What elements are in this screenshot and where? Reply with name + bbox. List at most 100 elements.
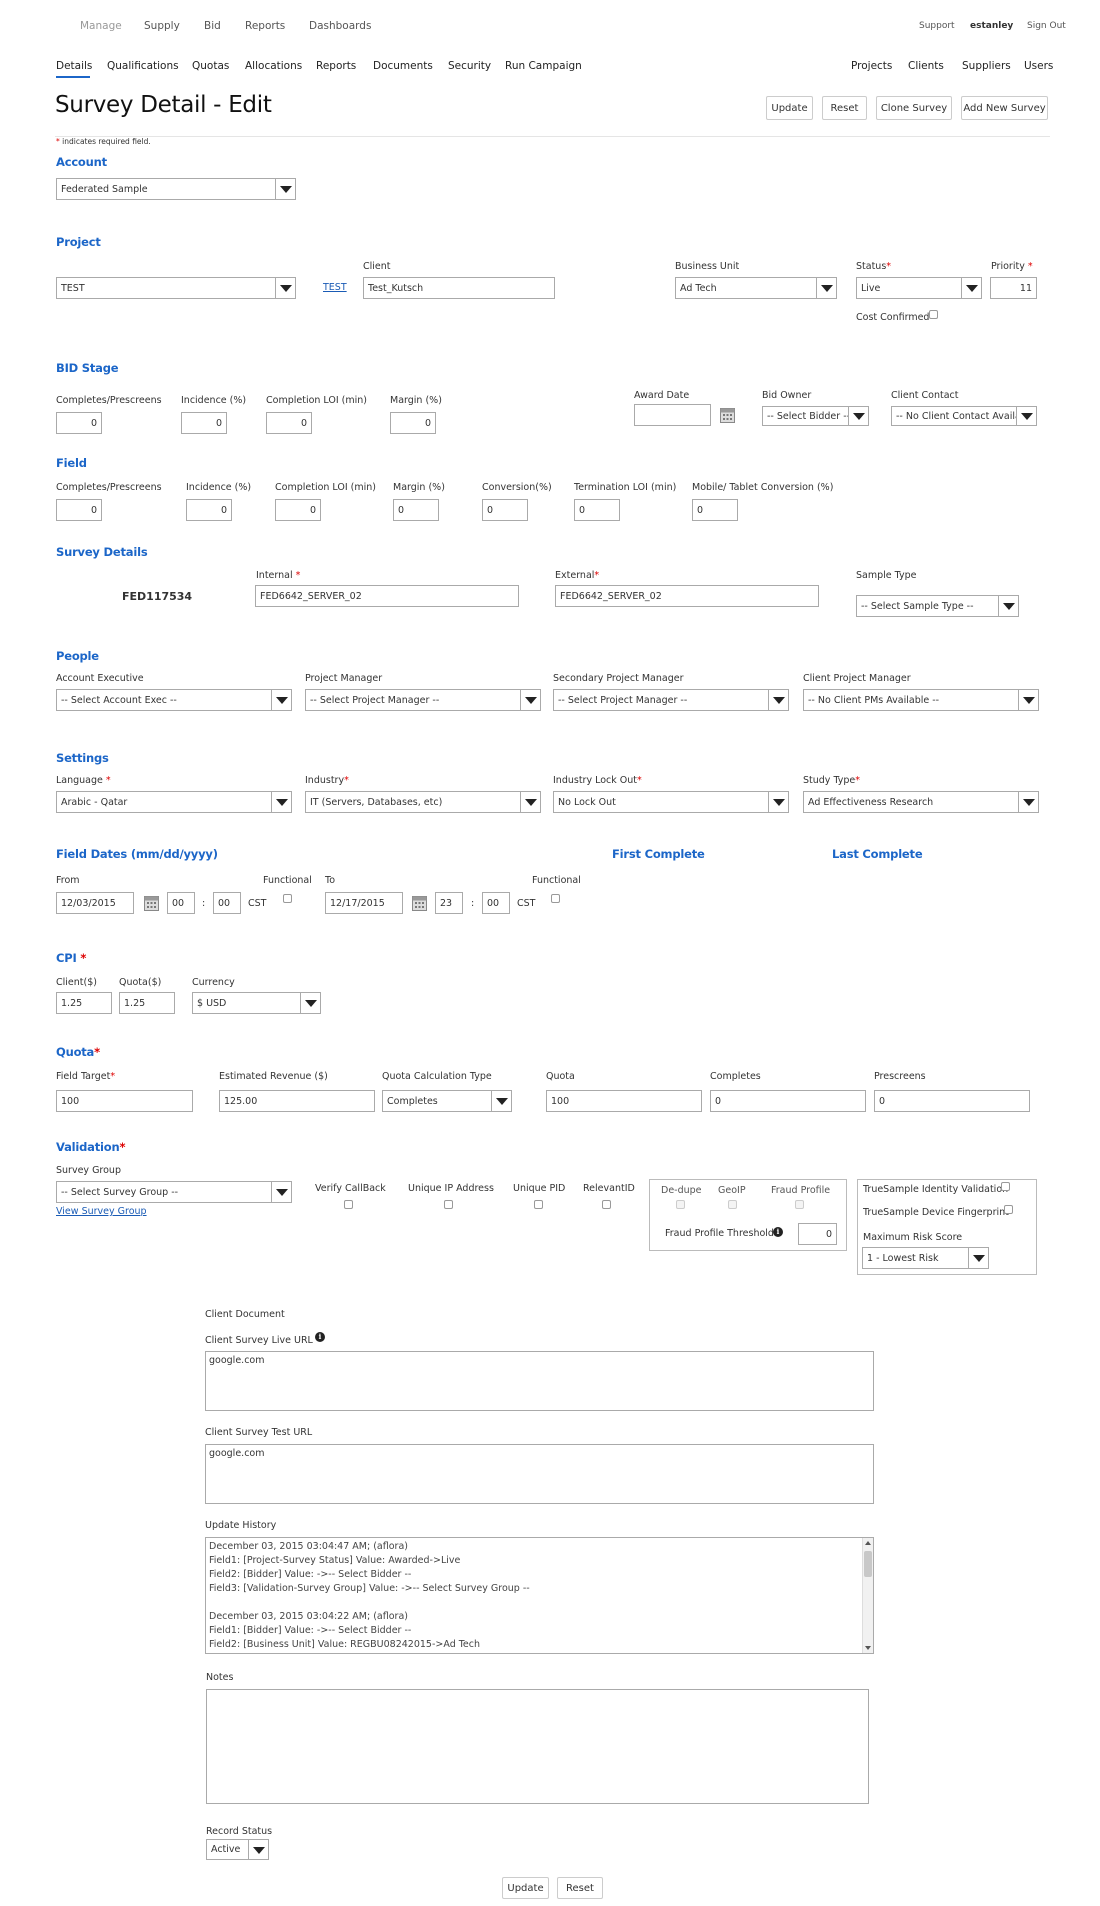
account-exec-select[interactable]: -- Select Account Exec -- [56,689,292,711]
top-nav-bid[interactable]: Bid [204,20,221,32]
to-functional-checkbox[interactable] [551,894,560,903]
add-new-survey-button[interactable]: Add New Survey [961,96,1048,120]
project-select[interactable]: TEST [56,277,296,299]
mobile-conversion-field[interactable]: 0 [692,499,738,521]
calendar-icon[interactable] [144,894,159,911]
secondary-pm-select[interactable]: -- Select Project Manager -- [553,689,789,711]
view-survey-group-link[interactable]: View Survey Group [56,1206,147,1217]
client-pm-select[interactable]: -- No Client PMs Available -- [803,689,1039,711]
update-button[interactable]: Update [766,96,813,120]
quota-calc-select[interactable]: Completes [382,1090,512,1112]
language-select[interactable]: Arabic - Qatar [56,791,292,813]
update-history-textarea[interactable]: December 03, 2015 03:04:47 AM; (aflora) … [205,1537,874,1654]
prescreens-field[interactable]: 0 [874,1090,1030,1112]
field-target-field[interactable]: 100 [56,1090,193,1112]
fraud-threshold-field[interactable]: 0 [798,1223,837,1245]
unique-pid-checkbox[interactable] [534,1200,543,1209]
sample-type-select[interactable]: -- Select Sample Type -- [856,595,1019,617]
geoip-checkbox[interactable] [728,1200,737,1209]
from-hour-field[interactable]: 00 [167,892,195,914]
nav-suppliers[interactable]: Suppliers [962,60,1011,72]
estimated-revenue-field[interactable]: 125.00 [219,1090,375,1112]
to-hour-field[interactable]: 23 [435,892,463,914]
tab-qualifications[interactable]: Qualifications [107,60,179,72]
calendar-icon[interactable] [720,406,735,423]
client-field[interactable]: Test_Kutsch [363,277,555,299]
bid-completes-field[interactable]: 0 [56,412,102,434]
award-date-field[interactable] [634,404,711,426]
termination-loi-field[interactable]: 0 [574,499,620,521]
industry-select[interactable]: IT (Servers, Databases, etc) [305,791,541,813]
industry-lockout-select[interactable]: No Lock Out [553,791,789,813]
tab-run-campaign[interactable]: Run Campaign [505,60,582,72]
tab-quotas[interactable]: Quotas [192,60,229,72]
scroll-thumb[interactable] [864,1551,872,1577]
info-icon[interactable]: i [773,1227,783,1237]
client-contact-select[interactable]: -- No Client Contact Available -- [891,406,1037,426]
study-type-select[interactable]: Ad Effectiveness Research [803,791,1039,813]
account-select[interactable]: Federated Sample [56,178,296,200]
cpi-client-field[interactable]: 1.25 [56,992,112,1014]
cost-confirmed-checkbox[interactable] [929,310,938,319]
project-link[interactable]: TEST [323,282,347,293]
field-loi-field[interactable]: 0 [275,499,321,521]
live-url-textarea[interactable]: google.com [205,1351,874,1411]
from-minute-field[interactable]: 00 [213,892,241,914]
bid-loi-field[interactable]: 0 [266,412,312,434]
support-link[interactable]: Support [919,21,955,31]
tab-security[interactable]: Security [448,60,491,72]
footer-update-button[interactable]: Update [502,1877,549,1899]
signout-link[interactable]: Sign Out [1027,21,1066,31]
reset-button[interactable]: Reset [822,96,867,120]
bid-incidence-field[interactable]: 0 [181,412,227,434]
status-select[interactable]: Live [856,277,982,299]
project-manager-select[interactable]: -- Select Project Manager -- [305,689,541,711]
top-nav-manage[interactable]: Manage [80,20,122,32]
tab-reports[interactable]: Reports [316,60,356,72]
nav-clients[interactable]: Clients [908,60,944,72]
tab-documents[interactable]: Documents [373,60,433,72]
record-status-select[interactable]: Active [206,1839,269,1860]
field-margin-field[interactable]: 0 [393,499,439,521]
nav-users[interactable]: Users [1024,60,1053,72]
history-scrollbar[interactable] [862,1538,873,1653]
dedupe-checkbox[interactable] [676,1200,685,1209]
internal-field[interactable]: FED6642_SERVER_02 [255,585,519,607]
risk-score-select[interactable]: 1 - Lowest Risk [862,1247,989,1269]
fraud-profile-checkbox[interactable] [795,1200,804,1209]
completes-field[interactable]: 0 [710,1090,866,1112]
top-nav-dashboards[interactable]: Dashboards [309,20,371,32]
external-field[interactable]: FED6642_SERVER_02 [555,585,819,607]
unique-ip-checkbox[interactable] [444,1200,453,1209]
username[interactable]: estanley [970,21,1013,31]
notes-textarea[interactable] [206,1689,869,1804]
business-unit-select[interactable]: Ad Tech [675,277,837,299]
tab-allocations[interactable]: Allocations [245,60,302,72]
cpi-quota-field[interactable]: 1.25 [119,992,175,1014]
footer-reset-button[interactable]: Reset [557,1877,603,1899]
quota-field[interactable]: 100 [546,1090,702,1112]
conversion-field[interactable]: 0 [482,499,528,521]
clone-survey-button[interactable]: Clone Survey [876,96,952,120]
from-date-field[interactable]: 12/03/2015 [56,892,134,914]
scroll-up-icon[interactable] [865,1541,871,1545]
relevantid-checkbox[interactable] [602,1200,611,1209]
verify-callback-checkbox[interactable] [344,1200,353,1209]
tab-details[interactable]: Details [56,60,92,72]
to-date-field[interactable]: 12/17/2015 [325,892,403,914]
ts-device-checkbox[interactable] [1004,1205,1013,1214]
to-minute-field[interactable]: 00 [482,892,510,914]
bid-margin-field[interactable]: 0 [390,412,436,434]
currency-select[interactable]: $ USD [192,992,321,1014]
priority-field[interactable]: 11 [990,277,1037,299]
test-url-textarea[interactable]: google.com [205,1444,874,1504]
bid-owner-select[interactable]: -- Select Bidder -- [762,406,869,426]
ts-identity-checkbox[interactable] [1001,1182,1010,1191]
scroll-down-icon[interactable] [865,1646,871,1650]
info-icon[interactable]: i [315,1332,325,1342]
top-nav-reports[interactable]: Reports [245,20,285,32]
calendar-icon[interactable] [412,894,427,911]
field-incidence-field[interactable]: 0 [186,499,232,521]
nav-projects[interactable]: Projects [851,60,892,72]
from-functional-checkbox[interactable] [283,894,292,903]
